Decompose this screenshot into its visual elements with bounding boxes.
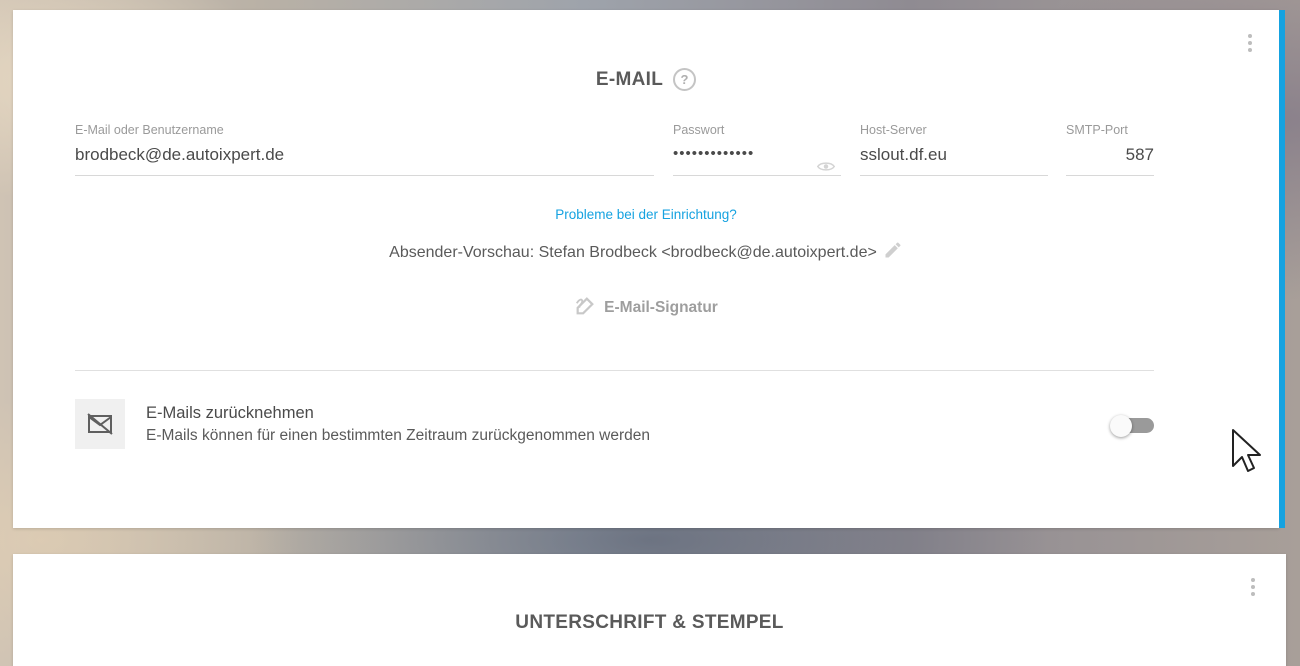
smtp-port-value[interactable]: 587 bbox=[1066, 145, 1154, 165]
toggle-knob bbox=[1110, 415, 1132, 437]
more-vert-icon[interactable] bbox=[1250, 578, 1256, 598]
setup-help-link[interactable]: Probleme bei der Einrichtung? bbox=[13, 207, 1279, 222]
pencil-icon[interactable] bbox=[883, 240, 903, 260]
divider bbox=[75, 370, 1154, 371]
help-icon[interactable]: ? bbox=[673, 68, 697, 91]
card-accent-bar bbox=[1279, 10, 1285, 528]
smtp-port-field[interactable]: SMTP-Port 587 bbox=[1066, 123, 1154, 176]
recall-subtitle: E-Mails können für einen bestimmten Zeit… bbox=[146, 427, 650, 444]
host-server-label: Host-Server bbox=[860, 123, 927, 137]
more-vert-icon[interactable] bbox=[1247, 34, 1253, 54]
mail-off-icon bbox=[75, 399, 125, 449]
sender-preview-text: Absender-Vorschau: Stefan Brodbeck <brod… bbox=[389, 244, 877, 261]
signature-icon bbox=[576, 297, 595, 315]
recall-title: E-Mails zurücknehmen bbox=[146, 404, 314, 422]
password-field-value[interactable]: ••••••••••••• bbox=[673, 145, 841, 162]
email-field-value[interactable]: brodbeck@de.autoixpert.de bbox=[75, 145, 654, 165]
email-signature-label: E-Mail-Signatur bbox=[604, 299, 718, 316]
smtp-port-label: SMTP-Port bbox=[1066, 123, 1128, 137]
email-signature-button[interactable]: E-Mail-Signatur bbox=[13, 295, 1279, 317]
host-server-field[interactable]: Host-Server sslout.df.eu bbox=[860, 123, 1048, 176]
email-field[interactable]: E-Mail oder Benutzername brodbeck@de.aut… bbox=[75, 123, 654, 176]
email-field-label: E-Mail oder Benutzername bbox=[75, 123, 224, 137]
section-title: E-MAIL? bbox=[13, 68, 1279, 91]
section-title-signature: UNTERSCHRIFT & STEMPEL bbox=[515, 612, 784, 633]
signature-stamp-card: UNTERSCHRIFT & STEMPEL bbox=[13, 554, 1286, 666]
host-server-value[interactable]: sslout.df.eu bbox=[860, 145, 1048, 165]
section-title-text: E-MAIL bbox=[595, 69, 664, 90]
password-field-label: Passwort bbox=[673, 123, 725, 137]
password-field[interactable]: Passwort ••••••••••••• bbox=[673, 123, 841, 176]
email-settings-card: E-MAIL? E-Mail oder Benutzername brodbec… bbox=[13, 10, 1285, 528]
eye-icon[interactable] bbox=[817, 161, 835, 172]
recall-toggle[interactable] bbox=[1110, 415, 1154, 437]
mouse-cursor-icon bbox=[1232, 429, 1261, 472]
sender-preview: Absender-Vorschau: Stefan Brodbeck <brod… bbox=[13, 240, 1279, 262]
